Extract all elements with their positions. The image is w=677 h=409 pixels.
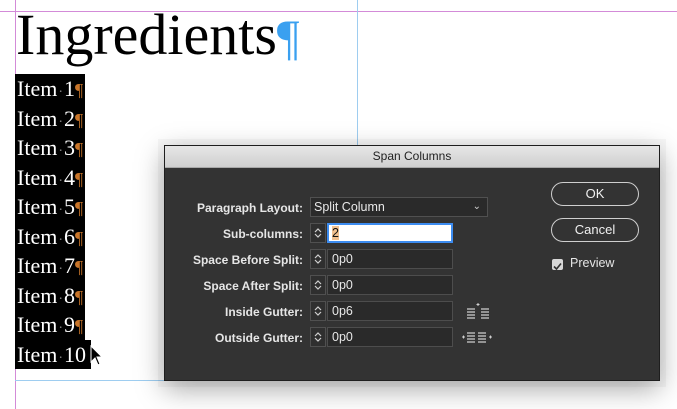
paragraph-mark: ¶ <box>75 286 84 307</box>
space-before-split-field[interactable]: 0p0 <box>327 249 453 269</box>
list-item[interactable]: Item·2¶ <box>15 103 85 133</box>
outside-gutter-icon <box>462 332 492 343</box>
space-before-split-label: Space Before Split: <box>192 253 303 267</box>
list-item[interactable]: Item·1¶ <box>15 74 85 104</box>
list-item[interactable]: Item·3¶ <box>15 133 85 163</box>
list-item[interactable]: Item·6¶ <box>15 221 85 251</box>
text-frame-bottom <box>15 380 165 381</box>
item-list[interactable]: Item·1¶ Item·2¶ Item·3¶ Item·4¶ Item·5¶ … <box>15 74 91 369</box>
stepper-arrows-icon <box>314 228 322 238</box>
list-item[interactable]: Item·7¶ <box>15 251 85 281</box>
chevron-down-icon: ⌄ <box>472 201 481 212</box>
sub-columns-field[interactable]: 2 <box>327 223 453 243</box>
paragraph-mark: ¶ <box>75 139 84 159</box>
stepper-arrows-icon <box>314 280 322 290</box>
list-item[interactable]: Item·10 <box>15 339 91 369</box>
paragraph-mark: ¶ <box>75 109 84 130</box>
paragraph-mark: ¶ <box>75 316 84 336</box>
paragraph-mark: ¶ <box>75 198 84 218</box>
space-after-split-field[interactable]: 0p0 <box>327 275 453 295</box>
space-after-split-label: Space After Split: <box>203 279 303 293</box>
dialog-title: Span Columns <box>165 146 659 168</box>
mouse-pointer-icon <box>90 345 102 366</box>
preview-checkbox[interactable] <box>552 259 563 271</box>
stepper-arrows-icon <box>314 306 322 316</box>
sub-columns-stepper[interactable] <box>310 223 326 243</box>
space-before-split-stepper[interactable] <box>310 249 326 269</box>
ok-button[interactable]: OK <box>551 182 639 206</box>
heading-text: Ingredients <box>16 2 277 67</box>
inside-gutter-icon <box>467 303 489 319</box>
stepper-arrows-icon <box>314 332 322 342</box>
stepper-arrows-icon <box>314 254 322 264</box>
span-columns-dialog: Span Columns Paragraph Layout: Split Col… <box>164 145 660 381</box>
cancel-button[interactable]: Cancel <box>551 218 639 242</box>
space-after-split-stepper[interactable] <box>310 275 326 295</box>
sub-columns-label: Sub-columns: <box>223 227 303 241</box>
paragraph-mark: ¶ <box>75 168 84 189</box>
checkmark-icon <box>553 262 562 271</box>
list-item[interactable]: Item·8¶ <box>15 280 85 310</box>
outside-gutter-stepper[interactable] <box>310 327 326 347</box>
paragraph-layout-label: Paragraph Layout: <box>196 201 303 215</box>
ingredients-heading[interactable]: Ingredients¶ <box>16 4 300 66</box>
list-item[interactable]: Item·4¶ <box>15 162 85 192</box>
paragraph-layout-select[interactable]: Split Column ⌄ <box>310 197 488 217</box>
outside-gutter-field[interactable]: 0p0 <box>327 327 453 347</box>
inside-gutter-field[interactable]: 0p6 <box>327 301 453 321</box>
list-item[interactable]: Item·5¶ <box>15 192 85 222</box>
paragraph-mark: ¶ <box>75 257 84 277</box>
paragraph-mark: ¶ <box>75 80 84 100</box>
paragraph-mark: ¶ <box>75 227 84 248</box>
outside-gutter-label: Outside Gutter: <box>214 331 303 345</box>
heading-pilcrow: ¶ <box>276 9 300 65</box>
preview-label: Preview <box>570 256 615 270</box>
inside-gutter-stepper[interactable] <box>310 301 326 321</box>
list-item[interactable]: Item·9¶ <box>15 310 85 340</box>
inside-gutter-label: Inside Gutter: <box>224 305 303 319</box>
paragraph-layout-value: Split Column <box>314 200 385 214</box>
